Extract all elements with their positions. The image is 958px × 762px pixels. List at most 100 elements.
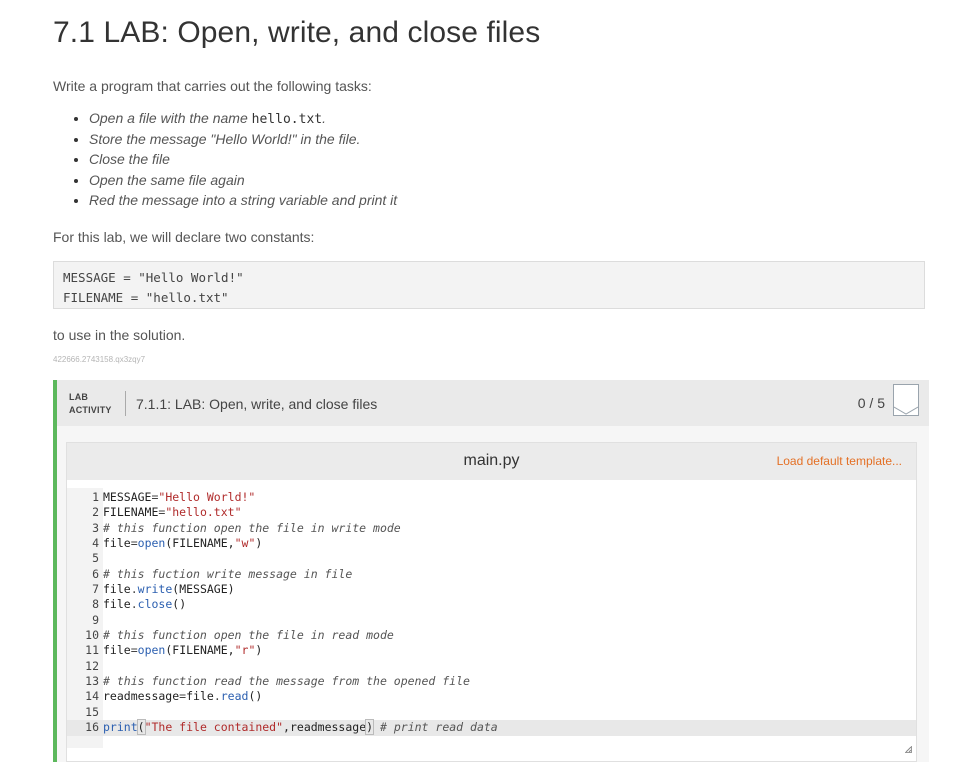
code-token: read <box>220 689 249 704</box>
inline-code: hello.txt <box>251 112 323 127</box>
task-text: . <box>322 110 326 126</box>
task-item: Store the message "Hello World!" in the … <box>89 129 397 150</box>
code-token: FILENAME <box>103 505 159 520</box>
code-line[interactable]: 2 FILENAME="hello.txt" <box>67 505 916 520</box>
line-number: 16 <box>85 720 99 735</box>
code-line: FILENAME = "hello.txt" <box>63 290 229 305</box>
line-number: 15 <box>85 704 99 719</box>
lab-badge-line: ACTIVITY <box>69 405 112 415</box>
code-comment: # this function open the file in read mo… <box>103 628 394 643</box>
code-token: . <box>213 689 221 704</box>
task-item: Close the file <box>89 149 397 170</box>
code-line[interactable]: 5 <box>67 551 916 566</box>
code-token: open <box>137 643 166 658</box>
code-line[interactable]: 1 MESSAGE="Hello World!" <box>67 490 916 505</box>
score-badge-icon <box>893 384 919 416</box>
line-number: 13 <box>85 674 99 689</box>
code-comment: # this fuction write message in file <box>103 566 353 581</box>
line-number: 7 <box>92 582 99 597</box>
code-token: "Hello World!" <box>158 490 256 504</box>
code-line[interactable]: 3 # this function open the file in write … <box>67 521 916 536</box>
code-token: = <box>130 536 138 551</box>
task-text: Open a file with the name <box>89 110 252 126</box>
code-line-active[interactable]: 16 print("The file contained",readmessage… <box>67 719 916 736</box>
code-area[interactable]: 1 MESSAGE = "Hello World!" 2 FILENAME = "hello… <box>67 490 916 736</box>
code-token: file <box>103 643 131 658</box>
code-line[interactable]: 11 file=open(FILENAME,"r") <box>67 643 916 658</box>
code-line[interactable]: 8 file.close() <box>67 597 916 612</box>
line-number: 9 <box>92 612 99 627</box>
lab-header: LAB ACTIVITY 7.1.1: LAB: Open, write, an… <box>57 380 929 426</box>
code-token: () <box>172 597 187 612</box>
code-line[interactable]: 6 # this fuction write message in file <box>67 567 916 582</box>
code-token: file <box>186 689 214 704</box>
line-number: 1 <box>92 490 99 504</box>
code-line[interactable]: 13 # this function read the message from … <box>67 674 916 689</box>
code-token: "w" <box>234 536 256 551</box>
code-token: ,readmessage <box>283 720 367 735</box>
line-number: 2 <box>92 505 99 520</box>
lab-badge-line: LAB <box>69 392 89 402</box>
line-number: 5 <box>92 551 99 566</box>
editor-header: main.py Load default template... <box>67 443 916 480</box>
code-token: write <box>137 582 173 597</box>
constants-code-block: MESSAGE = "Hello World!" FILENAME = "hel… <box>53 261 925 309</box>
task-item: Open a file with the name hello.txt. <box>89 108 397 129</box>
line-number: 4 <box>92 536 99 551</box>
code-token: close <box>137 597 173 612</box>
chevron-badge-icon <box>894 406 918 415</box>
grip-icon <box>905 746 912 753</box>
code-line[interactable]: 9 <box>67 613 916 628</box>
line-number: 12 <box>85 658 99 673</box>
code-token: ( <box>136 719 146 736</box>
code-token: print <box>103 720 138 735</box>
code-token: MESSAGE <box>103 490 152 504</box>
code-token: (FILENAME, <box>165 643 235 658</box>
line-number: 8 <box>92 597 99 612</box>
resize-handle-icon[interactable] <box>905 746 912 753</box>
content-id: 422666.2743158.qx3zqy7 <box>53 355 146 364</box>
code-comment: # this function read the message from th… <box>103 674 470 689</box>
code-line[interactable]: 4 file=open(FILENAME,"w") <box>67 536 916 551</box>
after-text: to use in the solution. <box>53 327 186 343</box>
code-comment: # print read data <box>380 720 498 735</box>
lab-badge: LAB ACTIVITY <box>69 391 112 417</box>
code-line[interactable]: 14 readmessage=file.read() <box>67 689 916 704</box>
line-number: 3 <box>92 520 99 535</box>
line-number: 6 <box>92 566 99 581</box>
load-default-template-link[interactable]: Load default template... <box>777 454 902 468</box>
page-title: 7.1 LAB: Open, write, and close files <box>53 16 541 49</box>
code-token: "hello.txt" <box>165 505 242 520</box>
line-number: 10 <box>85 628 99 643</box>
code-token: ) <box>255 536 263 551</box>
task-item: Open the same file again <box>89 170 397 191</box>
task-list: Open a file with the name hello.txt. Sto… <box>53 108 397 211</box>
code-token: . <box>130 582 138 597</box>
code-token: readmessage <box>103 689 180 704</box>
code-line: MESSAGE = "Hello World!" <box>63 270 244 285</box>
code-token: file <box>103 582 131 597</box>
constants-intro: For this lab, we will declare two consta… <box>53 229 315 245</box>
code-editor[interactable]: main.py Load default template... 1 MESSAG… <box>66 442 917 762</box>
code-token: file <box>103 536 131 551</box>
line-number: 11 <box>85 643 99 658</box>
code-token: open <box>137 536 166 551</box>
code-token: = <box>130 643 138 658</box>
code-token: (MESSAGE) <box>172 582 235 597</box>
lab-activity-panel: LAB ACTIVITY 7.1.1: LAB: Open, write, an… <box>53 380 929 762</box>
code-token: "The file contained" <box>144 720 284 735</box>
intro-text: Write a program that carries out the fol… <box>53 78 372 94</box>
code-line[interactable]: 10 # this function open the file in read … <box>67 628 916 643</box>
code-token: file <box>103 597 131 612</box>
line-number: 14 <box>85 689 99 704</box>
task-item: Red the message into a string variable a… <box>89 190 397 211</box>
code-line[interactable]: 12 <box>67 659 916 674</box>
code-token: (FILENAME, <box>165 536 235 551</box>
code-token: "r" <box>234 643 256 658</box>
code-token: ) <box>255 643 263 658</box>
code-token: . <box>130 597 138 612</box>
code-token: () <box>248 689 263 704</box>
code-line[interactable]: 15 <box>67 705 916 720</box>
code-line[interactable]: 7 file.write(MESSAGE) <box>67 582 916 597</box>
